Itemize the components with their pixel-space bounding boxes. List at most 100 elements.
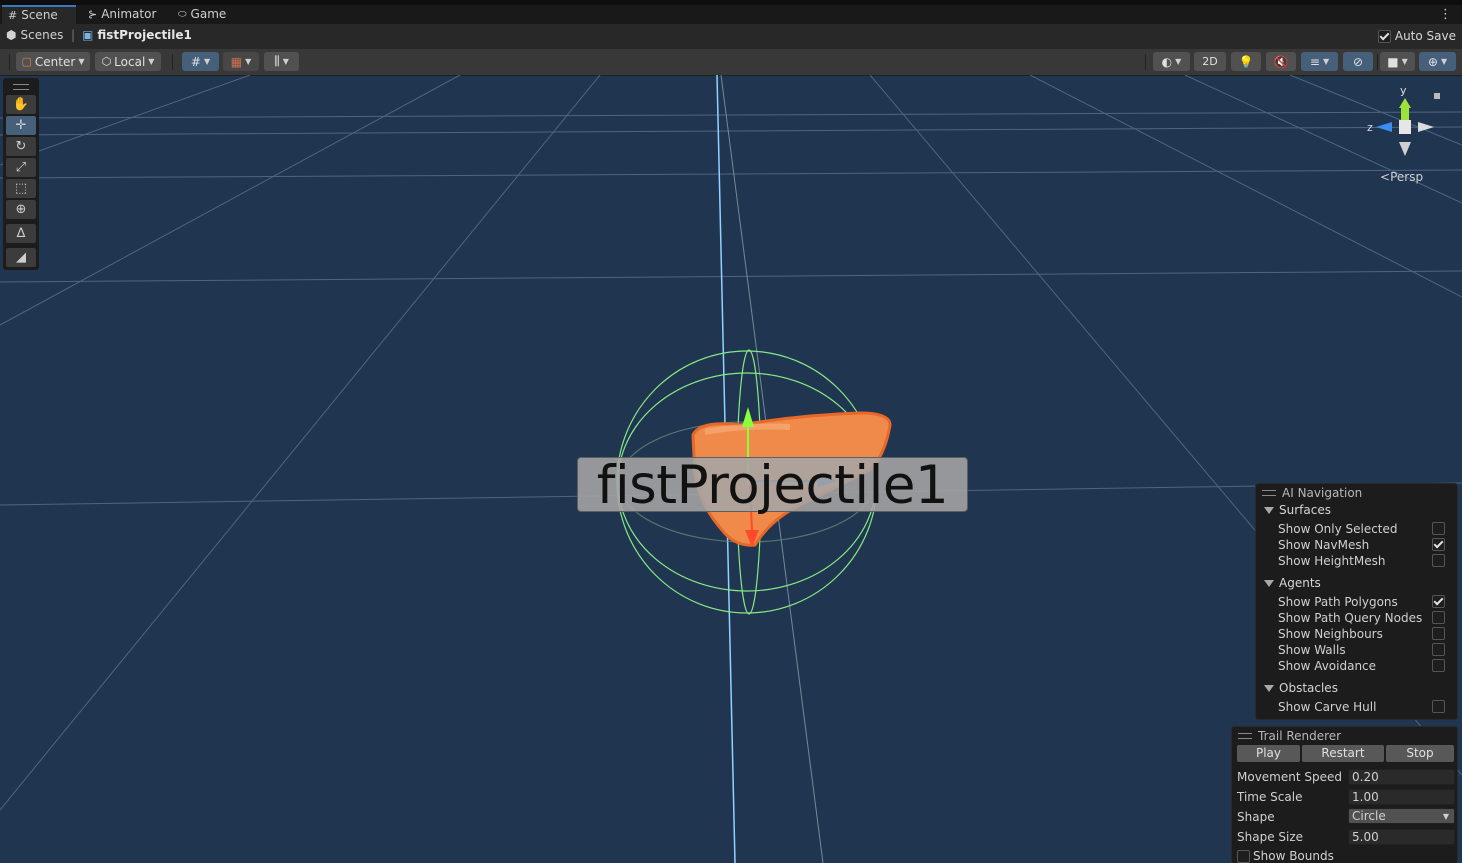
more-options-icon[interactable]: ⋮ [1439, 7, 1452, 22]
tab-scene[interactable]: # Scene [2, 5, 76, 24]
move-arrows-icon: ✛ [15, 118, 27, 133]
effects-dropdown[interactable]: ≡ ▼ [1301, 52, 1338, 71]
shape-value: Circle [1352, 809, 1386, 823]
increment-snap-toggle[interactable]: ⫼ ▼ [264, 52, 299, 71]
show-carve-hull-checkbox[interactable] [1432, 700, 1445, 713]
persp-icon: < [1380, 170, 1391, 184]
shape-size-field[interactable]: 5.00 [1348, 829, 1455, 845]
movement-speed-label: Movement Speed [1237, 770, 1342, 784]
scene-visibility-toggle[interactable]: ⊘ [1343, 52, 1373, 71]
breadcrumb-prefab[interactable]: ▣ fistProjectile1 [82, 28, 192, 42]
show-path-polygons-checkbox[interactable] [1432, 595, 1445, 608]
grid-snap-toggle[interactable]: # ▼ [182, 52, 219, 71]
grid-snap-icon: # [190, 54, 201, 69]
show-bounds-checkbox[interactable] [1237, 849, 1250, 863]
auto-save-checkbox[interactable] [1377, 29, 1391, 43]
show-bounds-label: Show Bounds [1253, 849, 1334, 863]
stop-button[interactable]: Stop [1386, 745, 1454, 762]
option-show-neighbours[interactable]: Show Neighbours [1278, 627, 1453, 641]
option-show-only-selected[interactable]: Show Only Selected [1278, 522, 1453, 536]
custom-editor-tool[interactable]: ∆ [6, 224, 36, 243]
pivot-mode-dropdown[interactable]: ▢ Center ▼ [16, 52, 90, 71]
option-show-walls[interactable]: Show Walls [1278, 643, 1453, 657]
section-obstacles[interactable]: Obstacles [1264, 681, 1338, 695]
toggle-2d-button[interactable]: 2D [1194, 52, 1226, 71]
trail-renderer-title: Trail Renderer [1258, 729, 1342, 743]
trail-renderer-overlay: Trail Renderer Play Restart Stop Movemen… [1231, 726, 1458, 863]
trail-tool-icon: ◢ [16, 250, 26, 265]
rotate-icon: ↻ [15, 139, 27, 154]
pivot-rotation-dropdown[interactable]: ⬡ Local ▼ [95, 52, 161, 71]
tools-overlay: ✋ ✛ ↻ ⤢ ⬚ ⊕ ∆ ◢ [3, 78, 39, 270]
gizmos-dropdown[interactable]: ⊕ ▼ [1419, 52, 1456, 71]
foldout-arrow-icon [1264, 684, 1274, 692]
tab-animator-label: Animator [101, 7, 157, 21]
rect-tool[interactable]: ⬚ [6, 179, 36, 198]
restart-button[interactable]: Restart [1302, 745, 1384, 762]
move-tool[interactable]: ✛ [6, 116, 36, 135]
transform-tool[interactable]: ⊕ [6, 200, 36, 219]
auto-save-label: Auto Save [1394, 29, 1456, 43]
movement-speed-field[interactable]: 0.20 [1348, 769, 1455, 785]
scale-tool[interactable]: ⤢ [6, 158, 36, 177]
option-label: Show Only Selected [1278, 522, 1398, 536]
shape-dropdown[interactable]: Circle ▼ [1348, 808, 1455, 824]
option-label: Show Walls [1278, 643, 1346, 657]
hand-tool[interactable]: ✋ [6, 95, 36, 114]
option-show-navmesh[interactable]: Show NavMesh [1278, 538, 1453, 552]
chevron-down-icon: ▼ [203, 57, 211, 66]
grid-visibility-toggle[interactable]: ▦ ▼ [223, 52, 259, 71]
breadcrumb-scenes[interactable]: ⬢ Scenes [6, 28, 63, 42]
tab-game-label: Game [190, 7, 227, 21]
orientation-gizmo[interactable]: y z [1362, 84, 1452, 162]
trail-renderer-header[interactable]: Trail Renderer [1238, 729, 1341, 743]
increment-snap-icon: ⫼ [274, 54, 280, 68]
overlay-drag-handle[interactable] [13, 84, 29, 90]
tab-game[interactable]: ⬭ Game [172, 5, 232, 24]
breadcrumb-prefab-label: fistProjectile1 [97, 28, 192, 42]
shape-label: Shape [1237, 810, 1275, 824]
scene-toolbar: ▢ Center ▼ ⬡ Local ▼ # ▼ ▦ ▼ ⫼ ▼ ◐ ▼ 2D … [0, 49, 1462, 76]
option-show-path-query-nodes[interactable]: Show Path Query Nodes [1278, 611, 1453, 625]
chevron-down-icon: ▼ [78, 57, 85, 66]
show-only-selected-checkbox[interactable] [1432, 522, 1445, 535]
show-bounds-toggle[interactable]: Show Bounds [1237, 849, 1334, 863]
grid-icon: # [8, 9, 18, 22]
audio-toggle[interactable]: 🔇 [1266, 52, 1296, 71]
ai-navigation-overlay: AI Navigation Surfaces Show Only Selecte… [1255, 483, 1458, 720]
ai-navigation-header[interactable]: AI Navigation [1262, 486, 1362, 500]
show-avoidance-checkbox[interactable] [1432, 659, 1445, 672]
show-heightmesh-checkbox[interactable] [1432, 554, 1445, 567]
prefab-cube-icon: ▣ [82, 28, 94, 42]
rotate-tool[interactable]: ↻ [6, 137, 36, 156]
section-agents[interactable]: Agents [1264, 576, 1321, 590]
eye-slash-icon: ⊘ [1352, 54, 1364, 69]
draw-mode-dropdown[interactable]: ◐ ▼ [1153, 52, 1190, 71]
camera-settings-dropdown[interactable]: ■ ▼ [1380, 52, 1415, 71]
show-walls-checkbox[interactable] [1432, 643, 1445, 656]
unity-logo-icon: ⬢ [6, 28, 17, 42]
option-show-path-polygons[interactable]: Show Path Polygons [1278, 595, 1453, 609]
show-neighbours-checkbox[interactable] [1432, 627, 1445, 640]
auto-save-toggle[interactable]: Auto Save [1377, 29, 1456, 43]
tab-animator[interactable]: ⊱ Animator [82, 5, 162, 24]
option-label: Show Neighbours [1278, 627, 1383, 641]
shading-sphere-icon: ◐ [1161, 54, 1173, 69]
section-surfaces[interactable]: Surfaces [1264, 503, 1331, 517]
option-show-avoidance[interactable]: Show Avoidance [1278, 659, 1453, 673]
drag-handle-icon [1238, 733, 1252, 739]
projection-toggle[interactable]: <Persp [1380, 170, 1423, 184]
show-path-query-nodes-checkbox[interactable] [1432, 611, 1445, 624]
play-button[interactable]: Play [1237, 745, 1300, 762]
component-tool[interactable]: ◢ [6, 248, 36, 267]
time-scale-field[interactable]: 1.00 [1348, 789, 1455, 805]
chevron-down-icon: ▼ [282, 57, 289, 66]
gizmos-globe-icon: ⊕ [1427, 54, 1438, 69]
lighting-toggle[interactable]: 💡 [1231, 52, 1261, 71]
show-navmesh-checkbox[interactable] [1432, 538, 1445, 551]
option-show-carve-hull[interactable]: Show Carve Hull [1278, 700, 1453, 714]
breadcrumb-scenes-label: Scenes [20, 28, 64, 42]
camera-icon: ■ [1387, 54, 1399, 69]
animator-icon: ⊱ [88, 8, 98, 21]
option-show-heightmesh[interactable]: Show HeightMesh [1278, 554, 1453, 568]
